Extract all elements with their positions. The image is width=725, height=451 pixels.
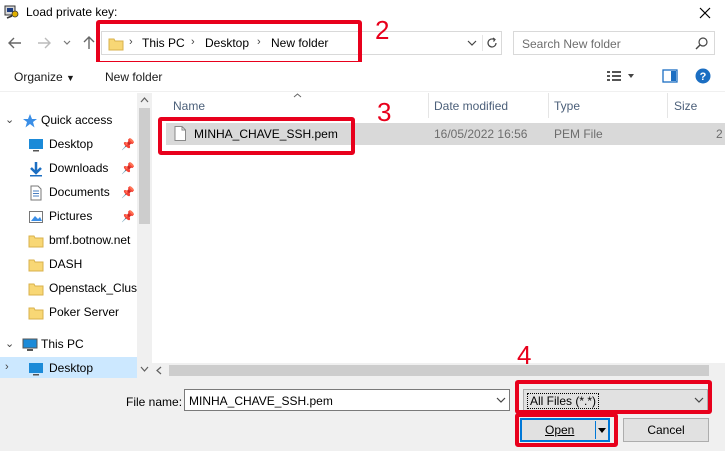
chevron-down-icon[interactable] <box>496 394 506 406</box>
chevron-down-icon: ⌄ <box>5 338 15 350</box>
file-name-field[interactable]: MINHA_CHAVE_SSH.pem <box>184 389 510 411</box>
highlight-box-open <box>515 413 618 447</box>
chevron-down-icon: ⌄ <box>5 114 15 126</box>
window-title: Load private key: <box>26 5 118 19</box>
desktop-icon <box>29 363 43 376</box>
desktop-icon <box>29 139 43 152</box>
pin-icon: 📌 <box>121 187 135 199</box>
folder-icon <box>28 307 44 320</box>
scroll-down-icon[interactable] <box>140 366 149 372</box>
nav-this-pc[interactable]: ⌄ This PC <box>0 333 137 357</box>
nav-item-poker-server[interactable]: Poker Server <box>0 301 137 325</box>
nav-item-bmf-botnow[interactable]: bmf.botnow.net <box>0 229 137 253</box>
pin-icon: 📌 <box>121 139 135 151</box>
arrow-right-icon <box>38 37 51 49</box>
scroll-up-icon[interactable] <box>140 97 149 103</box>
nav-item-label: Desktop <box>49 361 94 375</box>
horizontal-scrollbar[interactable] <box>152 363 725 378</box>
computer-icon <box>22 338 38 351</box>
nav-quick-access[interactable]: ⌄ Quick access <box>0 109 137 133</box>
nav-item-label: Openstack_Clust <box>49 281 137 295</box>
nav-item-label: bmf.botnow.net <box>49 233 131 247</box>
annotation-number-3: 3 <box>377 97 392 127</box>
caret-down-icon: ▼ <box>66 73 75 83</box>
nav-item-documents[interactable]: Documents 📌 <box>0 181 137 205</box>
folder-icon <box>28 283 44 296</box>
download-arrow-icon <box>30 162 42 177</box>
cancel-button[interactable]: Cancel <box>623 418 709 442</box>
svg-text:?: ? <box>700 71 707 83</box>
sort-ascending-icon <box>293 93 302 98</box>
help-icon[interactable]: ? <box>695 68 711 84</box>
nav-item-pictures[interactable]: Pictures 📌 <box>0 205 137 229</box>
column-divider[interactable] <box>667 93 668 118</box>
organize-label: Organize <box>14 70 63 84</box>
file-name-value: MINHA_CHAVE_SSH.pem <box>189 394 333 408</box>
pin-icon: 📌 <box>121 163 135 175</box>
file-date: 16/05/2022 16:56 <box>434 127 528 141</box>
folder-icon <box>28 235 44 248</box>
forward-button[interactable] <box>35 34 53 52</box>
command-bar: Organize ▼ New folder ? <box>0 62 725 92</box>
chevron-down-icon <box>467 40 477 46</box>
back-button[interactable] <box>6 34 24 52</box>
annotation-number-4: 4 <box>517 340 532 370</box>
organize-button[interactable]: Organize ▼ <box>14 70 75 84</box>
pin-icon: 📌 <box>121 211 135 223</box>
arrow-up-icon <box>83 36 95 49</box>
nav-item-label: DASH <box>49 257 83 271</box>
annotation-number-2: 2 <box>375 15 390 45</box>
chevron-down-icon <box>63 40 71 45</box>
scroll-left-icon[interactable] <box>156 366 162 375</box>
nav-item-desktop[interactable]: Desktop 📌 <box>0 133 137 157</box>
refresh-button[interactable] <box>482 35 500 51</box>
new-folder-button[interactable]: New folder <box>105 70 162 84</box>
column-header-name[interactable]: Name <box>173 99 205 113</box>
document-icon <box>30 185 42 201</box>
column-header-date[interactable]: Date modified <box>434 99 508 113</box>
column-divider[interactable] <box>428 93 429 118</box>
folder-icon <box>28 259 44 272</box>
search-icon <box>695 37 708 50</box>
file-size: 2 <box>716 127 723 141</box>
nav-scroll-thumb[interactable] <box>139 108 150 224</box>
file-type: PEM File <box>554 127 603 141</box>
nav-item-label: Poker Server <box>49 305 120 319</box>
nav-this-pc-label: This PC <box>41 337 84 351</box>
chevron-right-icon: › <box>5 361 9 373</box>
nav-item-openstack[interactable]: Openstack_Clust <box>0 277 137 301</box>
highlight-box-file <box>158 117 355 155</box>
highlight-box-address <box>96 20 362 65</box>
address-dropdown-button[interactable] <box>464 35 480 51</box>
putty-key-icon <box>4 5 19 19</box>
pictures-icon <box>29 211 43 223</box>
file-name-label: File name: <box>126 395 183 409</box>
view-options-icon[interactable] <box>606 68 636 84</box>
nav-quick-access-label: Quick access <box>41 113 113 127</box>
column-header-type[interactable]: Type <box>554 99 580 113</box>
arrow-left-icon <box>8 37 21 49</box>
nav-scrollbar[interactable] <box>137 93 152 378</box>
load-private-key-dialog: Load private key: › This PC › Desktop › … <box>0 0 725 451</box>
close-button[interactable] <box>685 0 725 26</box>
search-placeholder: Search New folder <box>522 37 621 51</box>
close-icon <box>699 7 711 19</box>
refresh-icon <box>486 37 497 48</box>
nav-item-downloads[interactable]: Downloads 📌 <box>0 157 137 181</box>
column-divider[interactable] <box>548 93 549 118</box>
highlight-box-filter <box>515 380 712 414</box>
preview-pane-icon[interactable] <box>662 68 678 84</box>
search-box[interactable]: Search New folder <box>513 31 715 55</box>
star-icon <box>23 114 37 128</box>
nav-this-pc-desktop[interactable]: › Desktop <box>0 357 137 378</box>
recent-locations-button[interactable] <box>61 34 73 52</box>
nav-item-dash[interactable]: DASH <box>0 253 137 277</box>
navigation-pane: ⌄ Quick access Desktop 📌 Downloads 📌 Doc… <box>0 93 150 378</box>
column-header-size[interactable]: Size <box>674 99 697 113</box>
horizontal-scroll-thumb[interactable] <box>169 365 709 376</box>
